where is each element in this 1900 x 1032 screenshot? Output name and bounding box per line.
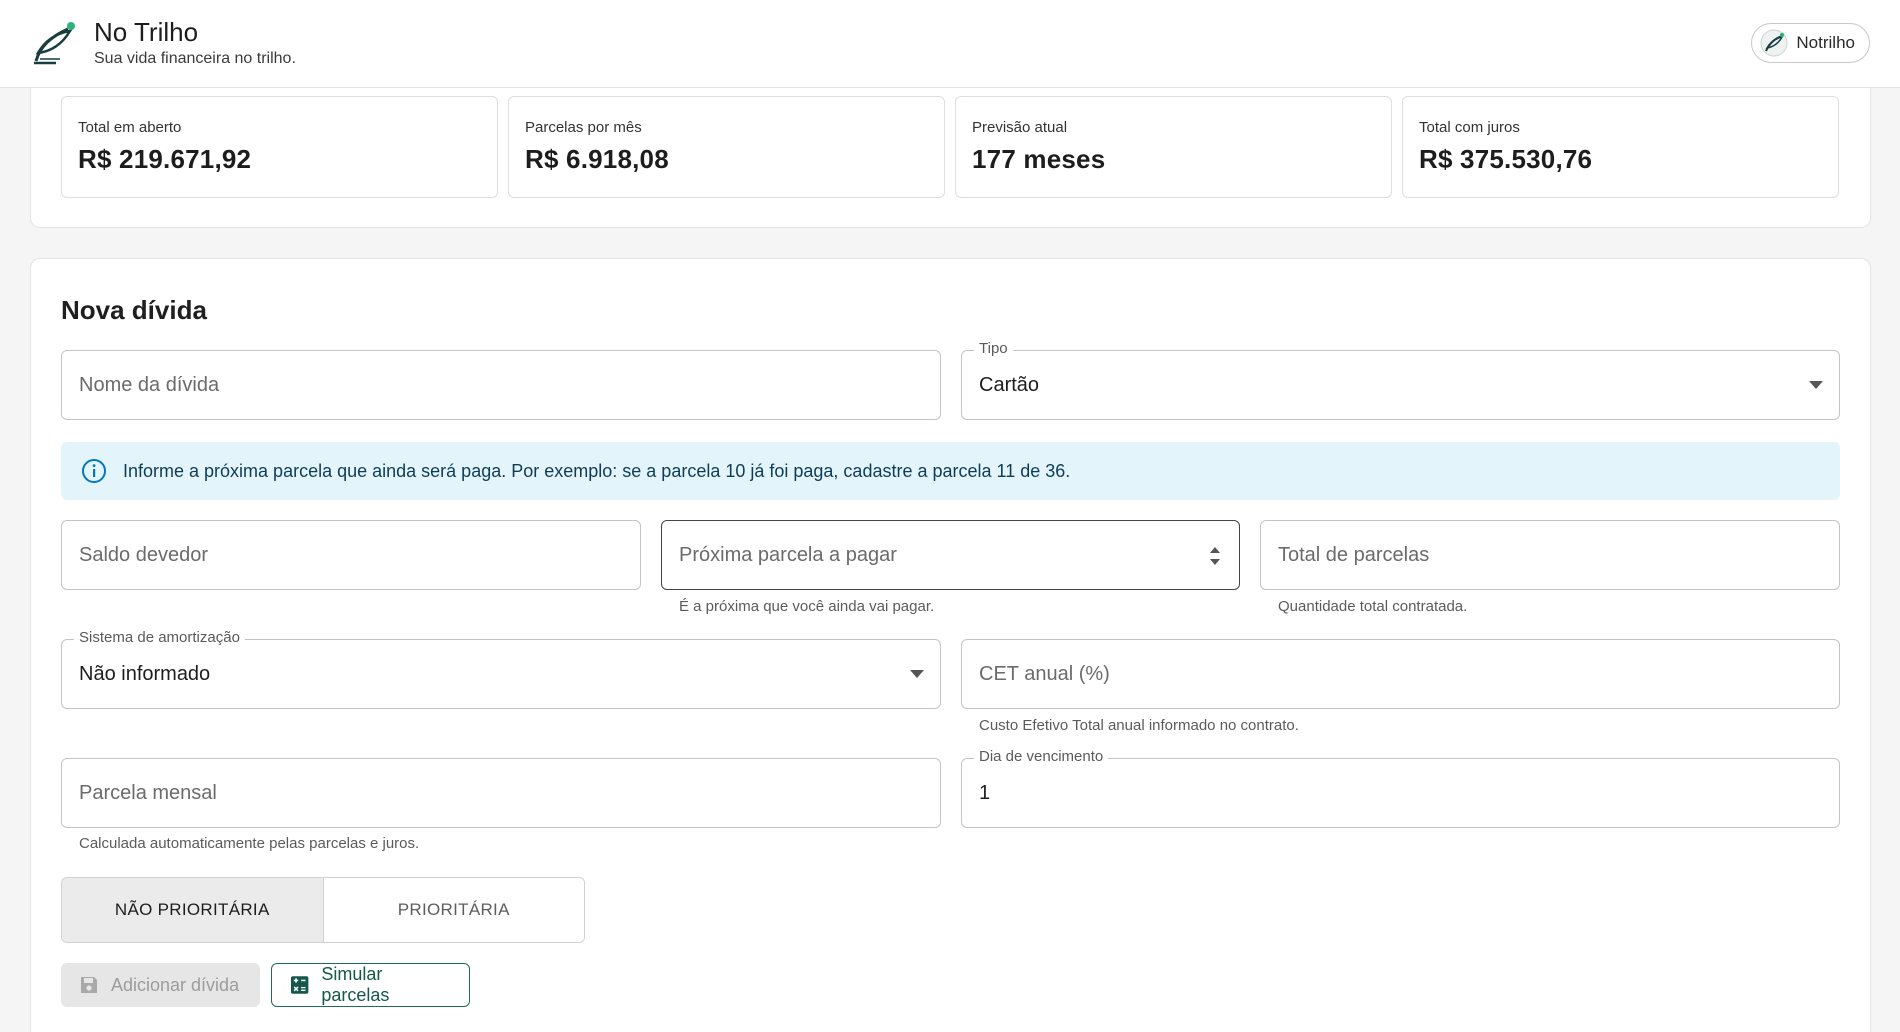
non-priority-toggle[interactable]: NÃO PRIORITÁRIA	[62, 878, 324, 942]
info-alert: Informe a próxima parcela que ainda será…	[61, 442, 1840, 500]
add-debt-button[interactable]: Adicionar dívida	[61, 963, 260, 1007]
balance-input[interactable]: Saldo devedor	[61, 520, 641, 590]
type-value: Cartão	[979, 373, 1040, 396]
app-title: No Trilho	[94, 17, 199, 47]
due-day-input[interactable]: Dia de vencimento 1	[961, 748, 1840, 828]
amortization-select[interactable]: Sistema de amortização Não informado	[61, 629, 941, 709]
next-installment-input[interactable]: Próxima parcela a pagar	[661, 520, 1240, 590]
amortization-value: Não informado	[79, 662, 211, 685]
monthly-installment-helper: Calculada automaticamente pelas parcelas…	[79, 835, 420, 852]
monthly-installment-placeholder: Parcela mensal	[79, 781, 217, 804]
next-installment-placeholder: Próxima parcela a pagar	[679, 543, 897, 566]
summary-panel: Total em aberto R$ 219.671,92 Parcelas p…	[30, 88, 1871, 228]
stat-card-total-aberto: Total em aberto R$ 219.671,92	[61, 96, 498, 198]
stat-card-parcelas-mes: Parcelas por mês R$ 6.918,08	[508, 96, 945, 198]
total-installments-helper: Quantidade total contratada.	[1278, 598, 1468, 615]
info-icon	[82, 459, 106, 483]
next-installment-helper: É a próxima que você ainda vai pagar.	[679, 598, 935, 615]
balance-placeholder: Saldo devedor	[79, 543, 208, 566]
stepper-arrows-icon[interactable]	[1209, 543, 1221, 569]
info-text: Informe a próxima parcela que ainda será…	[123, 460, 1071, 481]
stat-label: Total em aberto	[78, 119, 182, 136]
user-menu-button[interactable]: Notrilho	[1751, 23, 1870, 63]
stat-card-total-juros: Total com juros R$ 375.530,76	[1402, 96, 1839, 198]
app-header: No Trilho Sua vida financeira no trilho.…	[0, 0, 1900, 88]
app-subtitle: Sua vida financeira no trilho.	[94, 50, 296, 67]
total-installments-input[interactable]: Total de parcelas	[1260, 520, 1840, 590]
stat-label: Parcelas por mês	[525, 119, 642, 136]
stat-value: R$ 219.671,92	[78, 144, 252, 174]
debt-name-placeholder: Nome da dívida	[79, 373, 220, 396]
brand[interactable]: No Trilho Sua vida financeira no trilho.	[30, 18, 296, 68]
monthly-installment-input[interactable]: Parcela mensal	[61, 758, 941, 828]
stat-label: Total com juros	[1419, 119, 1520, 136]
caret-down-icon	[910, 670, 924, 678]
avatar-logo-icon	[1760, 29, 1788, 57]
due-day-label: Dia de vencimento	[974, 748, 1109, 765]
simulate-installments-label: Simular parcelas	[321, 964, 390, 1005]
stat-value: R$ 375.530,76	[1419, 144, 1593, 174]
section-title: Nova dívida	[61, 295, 207, 325]
stat-label: Previsão atual	[972, 119, 1068, 136]
total-installments-placeholder: Total de parcelas	[1278, 543, 1430, 566]
caret-down-icon	[1809, 381, 1823, 389]
cet-helper: Custo Efetivo Total anual informado no c…	[979, 717, 1299, 734]
add-debt-label: Adicionar dívida	[111, 974, 240, 995]
calculator-icon	[290, 976, 309, 994]
save-icon	[81, 977, 97, 993]
type-label: Tipo	[974, 340, 1013, 357]
stat-value: R$ 6.918,08	[525, 144, 669, 174]
type-select[interactable]: Tipo Cartão	[961, 340, 1840, 420]
cet-input[interactable]: CET anual (%)	[961, 639, 1840, 709]
new-debt-form: Nova dívida Nome da dívida Tipo Cartão I…	[30, 258, 1871, 1032]
cet-placeholder: CET anual (%)	[979, 662, 1110, 685]
debt-name-input[interactable]: Nome da dívida	[61, 350, 941, 420]
due-day-value: 1	[979, 781, 991, 804]
priority-toggle-group: NÃO PRIORITÁRIA PRIORITÁRIA	[61, 877, 585, 943]
amortization-label: Sistema de amortização	[74, 629, 245, 646]
stat-value: 177 meses	[972, 144, 1106, 174]
leaf-trail-logo-icon	[34, 22, 75, 65]
simulate-installments-button[interactable]: Simular parcelas	[271, 963, 470, 1007]
priority-toggle[interactable]: PRIORITÁRIA	[323, 878, 584, 942]
user-name: Notrilho	[1796, 33, 1855, 52]
stat-card-previsao: Previsão atual 177 meses	[955, 96, 1392, 198]
